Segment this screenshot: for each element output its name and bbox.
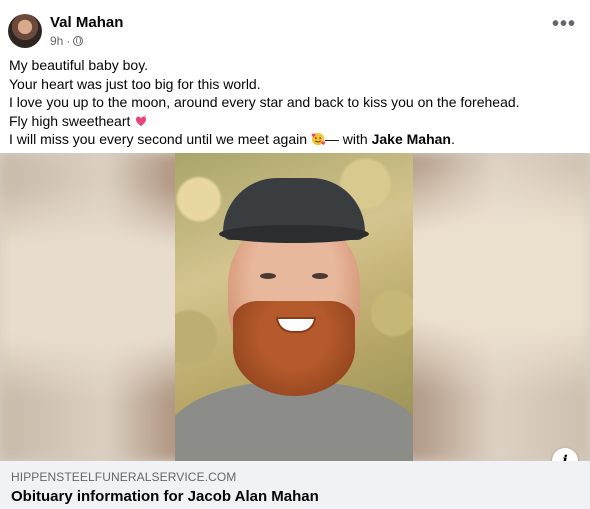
heart-emoji-icon bbox=[136, 114, 147, 126]
post-header: Val Mahan 9h · ••• bbox=[0, 0, 590, 56]
post-meta: 9h · bbox=[50, 34, 84, 48]
photo-eye bbox=[312, 273, 328, 279]
photo-eye bbox=[260, 273, 276, 279]
photo-cap-brim bbox=[219, 225, 369, 243]
author-avatar[interactable] bbox=[8, 14, 42, 48]
link-preview-image[interactable] bbox=[0, 153, 590, 461]
post-card: Val Mahan 9h · ••• My beautiful baby boy… bbox=[0, 0, 590, 509]
post-line: Your heart was just too big for this wor… bbox=[9, 75, 261, 92]
post-line: Fly high sweetheart bbox=[9, 112, 579, 131]
post-line: My beautiful baby boy. bbox=[9, 57, 149, 73]
link-title[interactable]: Obituary information for Jacob Alan Maha… bbox=[11, 488, 319, 505]
tagged-person-link[interactable]: Jake Mahan bbox=[372, 131, 451, 147]
globe-icon[interactable] bbox=[73, 36, 84, 46]
post-line-text: Fly high sweetheart bbox=[9, 112, 131, 129]
more-options-button[interactable]: ••• bbox=[551, 13, 576, 35]
photo-beard bbox=[233, 301, 355, 396]
with-text: — with bbox=[324, 131, 368, 147]
end-punctuation: . bbox=[450, 131, 455, 147]
smiling-hearts-emoji-icon bbox=[311, 132, 325, 146]
link-domain: HIPPENSTEELFUNERALSERVICE.COM bbox=[11, 470, 237, 484]
post-line: I love you up to the moon, around every … bbox=[9, 94, 520, 110]
meta-separator: · bbox=[66, 34, 71, 48]
post-text: My beautiful baby boy. Your heart was ju… bbox=[9, 56, 579, 149]
more-horizontal-icon: ••• bbox=[551, 13, 576, 35]
link-preview-card[interactable]: HIPPENSTEELFUNERALSERVICE.COM Obituary i… bbox=[0, 461, 590, 509]
author-name[interactable]: Val Mahan bbox=[50, 14, 123, 31]
post-timestamp[interactable]: 9h bbox=[50, 34, 63, 48]
post-line-text: I will miss you every second until we me… bbox=[9, 131, 308, 147]
portrait-photo bbox=[175, 153, 413, 461]
post-line: I will miss you every second until we me… bbox=[9, 130, 579, 149]
